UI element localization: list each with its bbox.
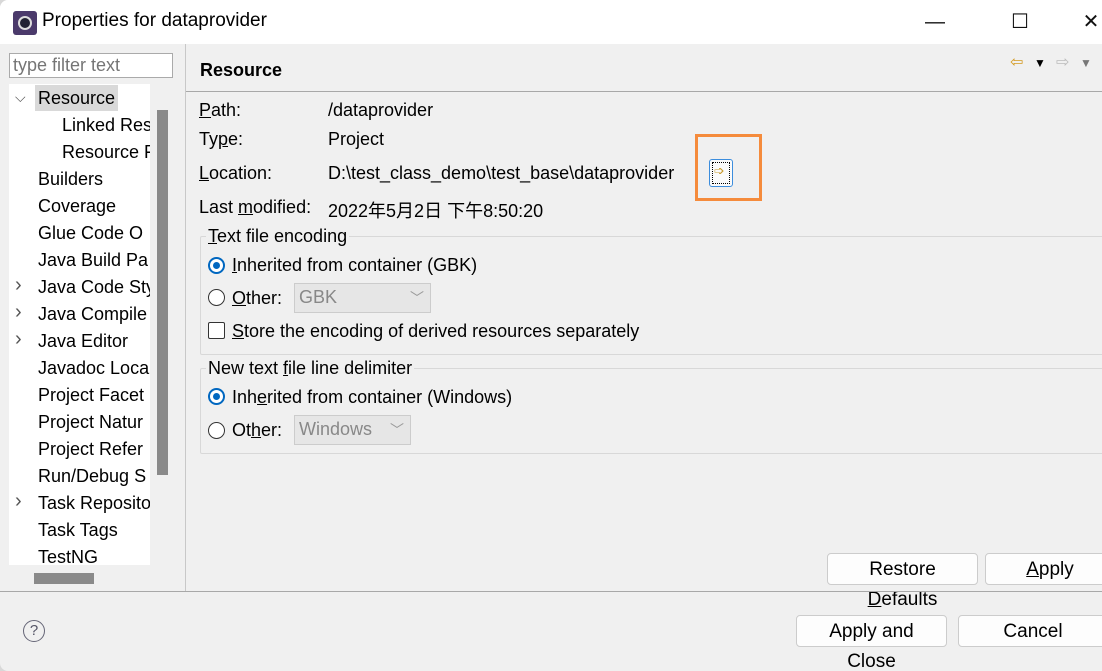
line-delimiter-title: New text file line delimiter	[206, 358, 415, 379]
path-label: Path:	[199, 100, 242, 120]
chevron-down-icon: ﹀	[410, 290, 424, 306]
tree-item[interactable]: Resource	[35, 85, 119, 111]
property-tree: ⌵ Resource Linked Res Resource F Builders Cov…	[9, 84, 150, 565]
page-title: Resource	[200, 60, 283, 80]
back-menu-icon[interactable]: ▼	[1034, 56, 1046, 70]
encoding-other-combo[interactable]: GBK ﹀	[294, 283, 431, 313]
restore-defaults-button[interactable]: Restore Defaults	[827, 553, 978, 610]
highlight-box	[695, 134, 762, 201]
tree-item[interactable]: Task Reposito	[38, 490, 150, 516]
properties-dialog: Properties for dataprovider — ☐ ✕ ⌵ Resou…	[0, 0, 1102, 671]
tree-item[interactable]: Project Natur	[38, 409, 143, 435]
delimiter-inherited-radio[interactable]	[208, 388, 225, 405]
encoding-inherited-label[interactable]: Inherited from container (GBK)	[232, 255, 477, 276]
delimiter-other-combo[interactable]: Windows ﹀	[294, 415, 411, 445]
text-encoding-title: Text file encoding	[206, 226, 350, 247]
tree-item[interactable]: Java Code Sty	[38, 274, 150, 300]
tree-item[interactable]: Task Tags	[38, 517, 118, 543]
cancel-button[interactable]: Cancel	[958, 615, 1102, 647]
type-label: Type:	[199, 129, 244, 149]
tree-item[interactable]: Project Facet	[38, 382, 144, 408]
tree-item[interactable]: Linked Res	[62, 112, 150, 138]
tree-item[interactable]: Coverage	[38, 193, 116, 219]
chevron-right-icon[interactable]: ›	[15, 301, 22, 324]
eclipse-app-icon	[13, 11, 37, 35]
tree-item[interactable]: Java Editor	[38, 328, 128, 354]
minimize-button[interactable]: —	[912, 6, 958, 38]
last-modified-label: Last modified:	[199, 197, 312, 217]
back-arrow-icon[interactable]: ⇦	[1010, 52, 1023, 72]
help-icon[interactable]: ?	[23, 620, 45, 642]
tree-item[interactable]: Java Compile	[38, 301, 147, 327]
close-button[interactable]: ✕	[1068, 6, 1102, 38]
filter-input[interactable]	[9, 53, 173, 78]
store-encoding-checkbox[interactable]	[208, 322, 225, 339]
tree-item[interactable]: Builders	[38, 166, 103, 192]
chevron-right-icon[interactable]: ›	[15, 490, 22, 513]
apply-and-close-button[interactable]: Apply and Close	[796, 615, 947, 671]
chevron-down-icon[interactable]: ⌵	[15, 89, 26, 106]
chevron-right-icon[interactable]: ›	[15, 274, 22, 297]
encoding-other-radio[interactable]	[208, 289, 225, 306]
path-value: /dataprovider	[328, 100, 434, 120]
tree-item[interactable]: Javadoc Loca	[38, 355, 149, 381]
header-divider	[186, 91, 1102, 92]
tree-horizontal-scrollbar[interactable]	[9, 565, 174, 590]
tree-item[interactable]: Glue Code O	[38, 220, 143, 246]
chevron-right-icon[interactable]: ›	[15, 328, 22, 351]
chevron-down-icon: ﹀	[390, 422, 404, 438]
maximize-button[interactable]: ☐	[997, 6, 1043, 38]
title-bar: Properties for dataprovider — ☐ ✕	[0, 0, 1102, 44]
delimiter-other-label[interactable]: Other:	[232, 420, 282, 441]
tree-item[interactable]: TestNG	[38, 544, 98, 565]
tree-item[interactable]: Project Refer	[38, 436, 143, 462]
tree-vertical-scrollbar[interactable]	[150, 84, 174, 565]
delimiter-other-radio[interactable]	[208, 422, 225, 439]
location-label: Location:	[199, 163, 273, 183]
forward-arrow-icon[interactable]: ⇨	[1056, 52, 1069, 72]
pane-divider[interactable]	[185, 44, 186, 591]
tree-item[interactable]: Run/Debug S	[38, 463, 146, 489]
apply-button[interactable]: Apply	[985, 553, 1102, 585]
delimiter-inherited-label[interactable]: Inherited from container (Windows)	[232, 387, 512, 408]
encoding-other-label[interactable]: Other:	[232, 288, 282, 309]
tree-item[interactable]: Java Build Pa	[38, 247, 148, 273]
store-encoding-label[interactable]: Store the encoding of derived resources …	[232, 321, 639, 342]
tree-item[interactable]: Resource F	[62, 139, 150, 165]
location-value: D:\test_class_demo\test_base\dataprovide…	[328, 163, 675, 183]
scrollbar-thumb[interactable]	[157, 110, 168, 475]
forward-menu-icon[interactable]: ▼	[1080, 56, 1092, 70]
type-value: Project	[328, 129, 385, 149]
scrollbar-thumb[interactable]	[34, 573, 94, 584]
last-modified-value: 2022年5月2日 下午8:50:20	[328, 201, 544, 221]
footer-divider	[0, 591, 1102, 592]
encoding-inherited-radio[interactable]	[208, 257, 225, 274]
window-title: Properties for dataprovider	[42, 10, 267, 31]
